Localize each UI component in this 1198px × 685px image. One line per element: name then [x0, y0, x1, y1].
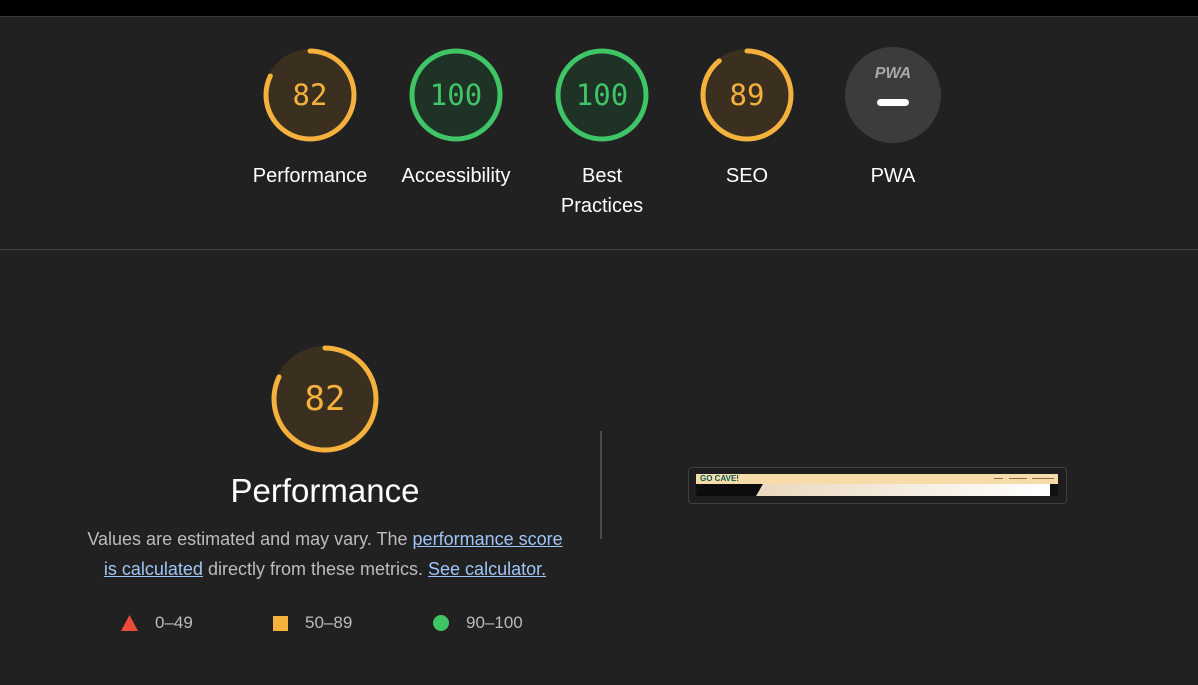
pwa-logo: PWA [874, 65, 912, 82]
gauge-score: 89 [729, 78, 765, 112]
performance-score: 82 [304, 379, 346, 419]
gauge-pwa[interactable]: PWA PWA [818, 47, 968, 191]
gauge-ring: 100 [554, 47, 650, 143]
gauge-best-practices[interactable]: 100 Best Practices [527, 47, 677, 221]
gauge-score: 82 [292, 78, 328, 112]
gauge-performance[interactable]: 82 Performance [235, 47, 385, 191]
site-logo: GO CAVE! [700, 474, 739, 483]
performance-title: Performance [230, 472, 420, 509]
legend-average: 50–89 [273, 612, 352, 634]
gauge-ring: 82 [262, 47, 358, 143]
performance-gauge: 82 [270, 344, 380, 454]
circle-icon [433, 615, 449, 631]
screenshot-nav: GO CAVE! [696, 474, 1058, 484]
triangle-icon [121, 615, 138, 631]
gauge-ring: 89 [699, 47, 795, 143]
vertical-separator [600, 431, 602, 539]
pwa-badge: PWA [845, 47, 941, 143]
gauge-label: Performance [252, 165, 368, 187]
see-calculator-link[interactable]: See calculator. [428, 559, 546, 579]
performance-description: Values are estimated and may vary. The p… [80, 524, 570, 584]
gauge-accessibility[interactable]: 100 Accessibility [381, 47, 531, 191]
legend-pass: 90–100 [433, 612, 523, 634]
legend-fail: 0–49 [121, 612, 193, 634]
gauge-seo[interactable]: 89 SEO [672, 47, 822, 191]
square-icon [273, 615, 288, 631]
desc-prefix: Values are estimated and may vary. The [87, 529, 408, 549]
legend-range: 50–89 [305, 613, 353, 632]
screenshot-hero [750, 484, 1050, 496]
gauge-label: Best Practices [560, 165, 644, 217]
screenshot-shadow [696, 484, 763, 496]
top-bar [0, 0, 1198, 17]
screenshot-image: GO CAVE! [696, 474, 1058, 496]
gauge-label: SEO [725, 165, 769, 187]
gauge-label: Accessibility [401, 165, 511, 187]
legend-range: 90–100 [466, 613, 523, 632]
page-screenshot-thumbnail[interactable]: GO CAVE! [688, 467, 1067, 504]
desc-middle: directly from these metrics. [207, 559, 424, 579]
gauge-score: 100 [429, 78, 483, 112]
gauge-label: PWA [870, 165, 916, 187]
section-divider [0, 249, 1198, 250]
dash-icon [877, 99, 909, 106]
gauge-ring: 100 [408, 47, 504, 143]
legend-range: 0–49 [155, 613, 193, 632]
gauge-score: 100 [575, 78, 629, 112]
